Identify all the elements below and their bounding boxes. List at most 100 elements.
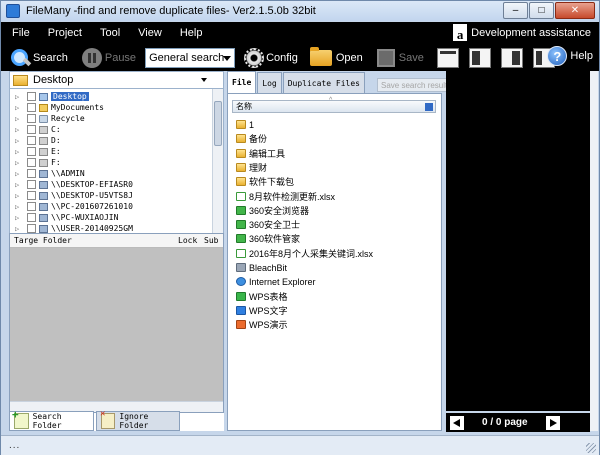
tree-item[interactable]: ▷ E: xyxy=(10,146,223,157)
preview-scrollbar[interactable] xyxy=(590,71,598,431)
file-list-item[interactable]: 编辑工具 xyxy=(236,147,285,160)
menu-view[interactable]: View xyxy=(131,27,169,39)
tab-duplicate-files[interactable]: Duplicate Files xyxy=(282,72,365,93)
tree-item[interactable]: ▷ C: xyxy=(10,124,223,135)
chevron-down-icon xyxy=(201,78,207,82)
expand-icon[interactable]: ▷ xyxy=(15,225,22,233)
expand-icon[interactable]: ▷ xyxy=(15,181,22,189)
tree-item[interactable]: ▷ \\DESKTOP-U5VTS8J xyxy=(10,190,223,201)
tree-item-checkbox[interactable] xyxy=(27,147,36,156)
expand-icon[interactable]: ▷ xyxy=(15,137,22,145)
file-list-item[interactable]: 360软件管家 xyxy=(236,232,300,245)
search-button[interactable]: Search xyxy=(7,46,71,70)
tab-file[interactable]: File xyxy=(227,71,257,93)
menu-project[interactable]: Project xyxy=(41,27,89,39)
sort-up-icon: ^ xyxy=(329,97,333,104)
tree-item[interactable]: ▷ Desktop xyxy=(10,91,223,102)
tree-item-label: E: xyxy=(51,147,61,156)
previous-page-button[interactable] xyxy=(450,415,464,430)
column-dropdown-icon[interactable] xyxy=(425,103,433,111)
save-search-results-button[interactable]: Save search results xyxy=(377,78,457,92)
tree-item-checkbox[interactable] xyxy=(27,114,36,123)
expand-icon[interactable]: ▷ xyxy=(15,148,22,156)
column-name-header[interactable]: ^ 名称 xyxy=(232,97,436,113)
column-target-folder[interactable]: Targe Folder xyxy=(14,236,72,245)
tab-search-folder[interactable]: Search Folder xyxy=(9,408,94,431)
tree-item-checkbox[interactable] xyxy=(27,92,36,101)
search-mode-value: General search xyxy=(149,51,225,64)
file-list-item[interactable]: WPS演示 xyxy=(236,318,288,331)
file-list-item[interactable]: 备份 xyxy=(236,132,267,145)
file-list-item[interactable]: 软件下载包 xyxy=(236,175,294,188)
tree-item-checkbox[interactable] xyxy=(27,158,36,167)
tree-item-checkbox[interactable] xyxy=(27,202,36,211)
tree-item[interactable]: ▷ \\DESKTOP-EFIASR0 xyxy=(10,179,223,190)
file-name: 8月软件检测更新.xlsx xyxy=(249,191,336,202)
expand-icon[interactable]: ▷ xyxy=(15,203,22,211)
file-name: 2016年8月个人采集关键词.xlsx xyxy=(249,248,374,259)
file-list-item[interactable]: 2016年8月个人采集关键词.xlsx xyxy=(236,247,373,260)
tree-item[interactable]: ▷ Recycle xyxy=(10,113,223,124)
scrollbar-thumb[interactable] xyxy=(214,101,222,146)
expand-icon[interactable]: ▷ xyxy=(15,93,22,101)
expand-icon[interactable]: ▷ xyxy=(15,159,22,167)
file-name: WPS文字 xyxy=(249,305,288,316)
layout-view-1-button[interactable] xyxy=(436,47,459,68)
file-list-item[interactable]: Internet Explorer xyxy=(236,275,316,288)
expand-icon[interactable]: ▷ xyxy=(15,115,22,123)
file-list-item[interactable]: BleachBit xyxy=(236,261,287,274)
menu-tool[interactable]: Tool xyxy=(93,27,127,39)
tree-item[interactable]: ▷ \\ADMIN xyxy=(10,168,223,179)
expand-icon[interactable]: ▷ xyxy=(15,104,22,112)
file-list-item[interactable]: 理财 xyxy=(236,161,267,174)
open-button[interactable]: Open xyxy=(301,46,366,70)
menu-file[interactable]: File xyxy=(5,27,37,39)
add-folder-icon xyxy=(12,408,29,429)
tree-item-checkbox[interactable] xyxy=(27,136,36,145)
pause-button[interactable]: Pause xyxy=(79,46,139,70)
pager: 0 / 0 page xyxy=(446,413,590,432)
next-page-button[interactable] xyxy=(546,415,560,430)
file-list-item[interactable]: WPS文字 xyxy=(236,304,288,317)
layout-view-3-button[interactable] xyxy=(500,47,523,68)
help-button[interactable]: ? Help xyxy=(547,46,593,66)
tab-log[interactable]: Log xyxy=(257,72,282,93)
location-dropdown[interactable]: Desktop xyxy=(9,71,224,89)
maximize-button[interactable]: □ xyxy=(529,2,554,19)
minimize-button[interactable]: ‒ xyxy=(503,2,528,19)
tree-item-label: F: xyxy=(51,158,61,167)
tree-item[interactable]: ▷ \\PC-201607261010 xyxy=(10,201,223,212)
tree-item[interactable]: ▷ F: xyxy=(10,157,223,168)
tree-item-checkbox[interactable] xyxy=(27,191,36,200)
tree-item[interactable]: ▷ MyDocuments xyxy=(10,102,223,113)
layout-view-2-button[interactable] xyxy=(468,47,491,68)
save-button[interactable]: Save xyxy=(366,46,427,70)
file-list-item[interactable]: 360安全卫士 xyxy=(236,218,300,231)
development-assistance-link[interactable]: a Development assistance xyxy=(453,24,591,41)
tree-item[interactable]: ▷ D: xyxy=(10,135,223,146)
file-list-item[interactable]: 360安全浏览器 xyxy=(236,204,309,217)
expand-icon[interactable]: ▷ xyxy=(15,214,22,222)
tree-item-checkbox[interactable] xyxy=(27,103,36,112)
tree-scrollbar[interactable] xyxy=(212,89,223,248)
tab-ignore-folder[interactable]: Ignore Folder xyxy=(96,409,180,431)
expand-icon[interactable]: ▷ xyxy=(15,192,22,200)
tree-item-checkbox[interactable] xyxy=(27,169,36,178)
expand-icon[interactable]: ▷ xyxy=(15,126,22,134)
tree-item[interactable]: ▷ \\PC-WUXIAOJIN xyxy=(10,212,223,223)
resize-grip-icon[interactable] xyxy=(586,443,596,453)
tree-item-checkbox[interactable] xyxy=(27,125,36,134)
file-list-item[interactable]: 8月软件检测更新.xlsx xyxy=(236,190,335,203)
search-mode-select[interactable]: General search xyxy=(145,47,236,68)
close-button[interactable]: ✕ xyxy=(555,2,595,19)
tree-item-checkbox[interactable] xyxy=(27,213,36,222)
tree-item-checkbox[interactable] xyxy=(27,180,36,189)
config-button[interactable]: Config xyxy=(235,46,301,70)
menu-help[interactable]: Help xyxy=(173,27,210,39)
file-list-item[interactable]: WPS表格 xyxy=(236,290,288,303)
file-list-item[interactable]: 1 xyxy=(236,118,254,131)
tree-item-checkbox[interactable] xyxy=(27,224,36,233)
column-sub[interactable]: Sub xyxy=(204,236,218,245)
expand-icon[interactable]: ▷ xyxy=(15,170,22,178)
column-lock[interactable]: Lock xyxy=(178,236,197,245)
